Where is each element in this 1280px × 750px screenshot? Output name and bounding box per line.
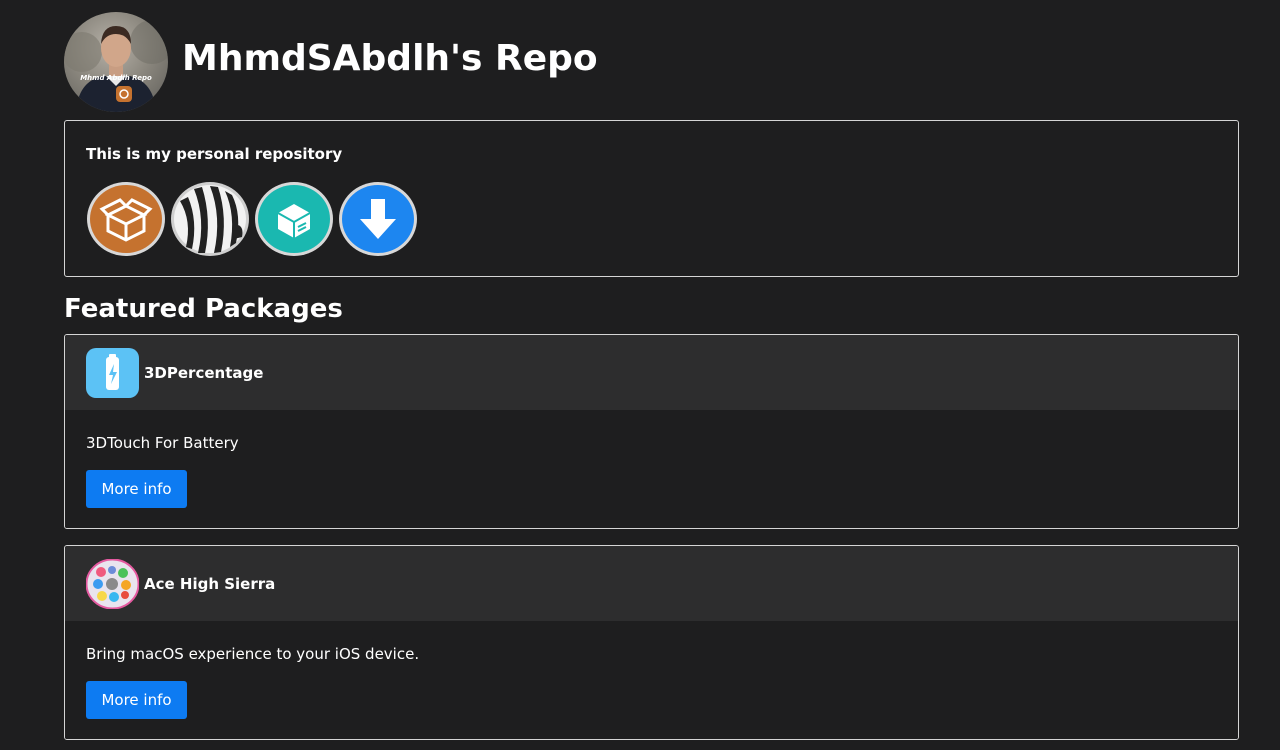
featured-heading: Featured Packages	[64, 294, 343, 324]
package-manager-icons	[86, 181, 422, 257]
more-info-button[interactable]: More info	[86, 470, 187, 508]
package-card-body: Bring macOS experience to your iOS devic…	[65, 621, 1238, 739]
intro-card: This is my personal repository	[64, 120, 1239, 277]
zebra-icon[interactable]	[170, 181, 250, 257]
package-description: 3DTouch For Battery	[86, 434, 239, 452]
avatar-caption: Mhmd Abdlh Repo	[80, 74, 152, 82]
package-card-header: Ace High Sierra	[65, 546, 1238, 621]
installer-icon[interactable]	[338, 181, 418, 257]
package-card-header: 3DPercentage	[65, 335, 1238, 410]
cydia-icon[interactable]	[86, 181, 166, 257]
package-card-body: 3DTouch For Battery More info	[65, 410, 1238, 528]
package-name: 3DPercentage	[144, 363, 264, 382]
avatar: Mhmd Abdlh Repo	[64, 12, 168, 112]
package-card: Ace High Sierra Bring macOS experience t…	[64, 545, 1239, 740]
page-title: MhmdSAbdlh's Repo	[182, 38, 598, 79]
more-info-button[interactable]: More info	[86, 681, 187, 719]
package-card: 3DPercentage 3DTouch For Battery More in…	[64, 334, 1239, 529]
site-header: Mhmd Abdlh Repo MhmdSAbdlh's Repo	[64, 12, 598, 112]
macos-apps-icon	[85, 558, 140, 609]
battery-icon	[86, 347, 139, 398]
sileo-icon[interactable]	[254, 181, 334, 257]
package-description: Bring macOS experience to your iOS devic…	[86, 645, 420, 663]
package-name: Ace High Sierra	[144, 574, 276, 593]
intro-text: This is my personal repository	[86, 145, 343, 163]
person-photo-icon	[64, 20, 168, 112]
